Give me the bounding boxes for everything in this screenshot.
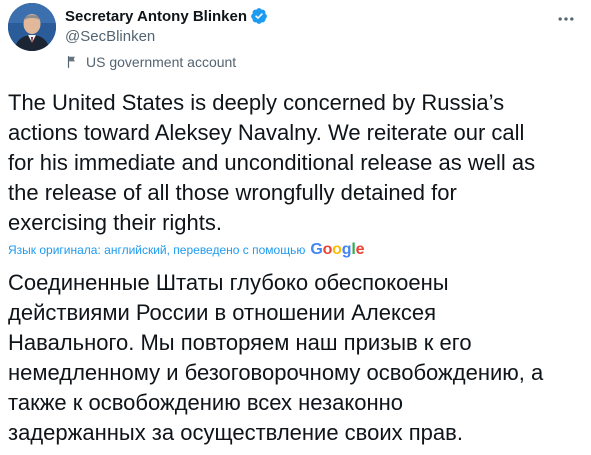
author-handle[interactable]: @SecBlinken	[65, 28, 268, 48]
translation-note: Язык оригинала: английский, переведено с…	[8, 243, 306, 257]
google-logo: Google	[310, 241, 365, 258]
display-name[interactable]: Secretary Antony Blinken	[65, 8, 247, 25]
tweet-text-line: the release of all those wrongfully deta…	[8, 180, 457, 205]
tweet-text-line: exercising their rights.	[8, 210, 222, 235]
flag-icon	[67, 56, 75, 68]
translation-attribution[interactable]: Язык оригинала: английский, переведено с…	[8, 240, 364, 260]
account-label: US government account	[86, 54, 237, 70]
translated-text-line: Соединенные Штаты глубоко обеспокоены	[8, 270, 449, 295]
tweet-text-line: actions toward Aleksey Navalny. We reite…	[8, 120, 525, 145]
author-name-row: Secretary Antony Blinken	[65, 6, 268, 26]
translated-text-line: действиями России в отношении Алексея	[8, 300, 436, 325]
translated-text-line: Навального. Мы повторяем наш призыв к ег…	[8, 330, 472, 355]
author-block: Secretary Antony Blinken @SecBlinken US …	[65, 6, 268, 71]
tweet-text-line: for his immediate and unconditional rele…	[8, 150, 536, 175]
avatar-portrait-image	[8, 3, 56, 51]
translated-text: Соединенные Штаты глубоко обеспокоены де…	[8, 268, 586, 448]
tweet-text: The United States is deeply concerned by…	[8, 88, 586, 238]
more-options-button[interactable]	[549, 2, 583, 36]
tweet: Secretary Antony Blinken @SecBlinken US …	[0, 0, 591, 455]
translated-text-line: также к освобождению всех незаконно	[8, 390, 404, 415]
account-label-row: US government account	[65, 53, 268, 71]
translated-text-line: задержанных за осуществление своих прав.	[8, 420, 463, 445]
translated-text-line: немедленному и безоговорочному освобожде…	[8, 360, 544, 385]
more-options-icon	[558, 17, 574, 21]
verified-badge-icon	[250, 7, 268, 25]
tweet-text-line: The United States is deeply concerned by…	[8, 90, 505, 115]
avatar[interactable]	[8, 3, 56, 51]
